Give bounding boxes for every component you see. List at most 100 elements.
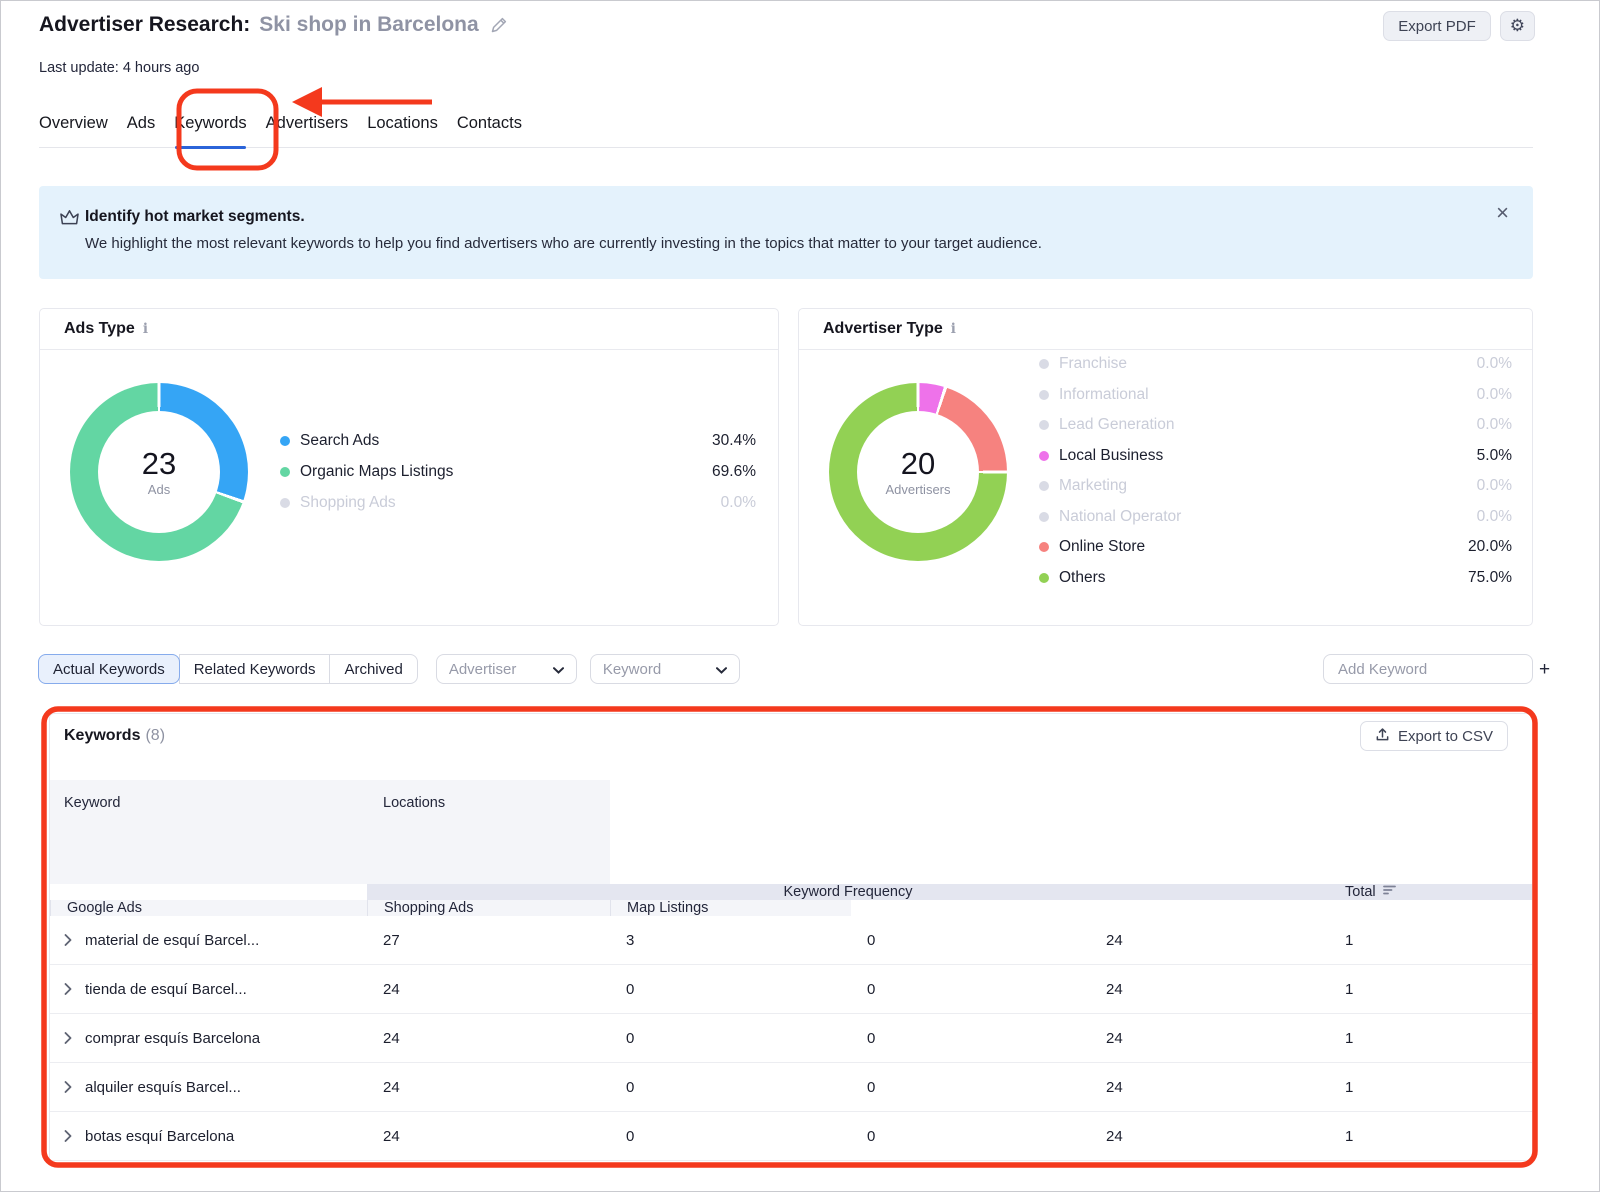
chevron-down-icon — [553, 661, 564, 678]
legend-item[interactable]: Online Store 20.0% — [1039, 532, 1512, 563]
legend-item[interactable]: Local Business 5.0% — [1039, 441, 1512, 472]
table-row[interactable]: material de esquí Barcel... 27 3 0 24 1 — [50, 916, 1532, 965]
tab[interactable]: Contacts — [457, 114, 522, 147]
keyword-text: alquiler esquís Barcel... — [85, 1079, 241, 1096]
legend-item[interactable]: Marketing 0.0% — [1039, 471, 1512, 502]
segment-button[interactable]: Actual Keywords — [38, 654, 180, 684]
export-csv-label: Export to CSV — [1398, 728, 1493, 745]
legend-label: National Operator — [1059, 508, 1477, 526]
legend-item[interactable]: Shopping Ads 0.0% — [280, 487, 756, 518]
segment-button[interactable]: Related Keywords — [179, 654, 331, 684]
legend-value: 0.0% — [1477, 355, 1512, 373]
chevron-right-icon[interactable] — [64, 983, 72, 995]
advertiser-research-page: Advertiser Research: Ski shop in Barcelo… — [0, 0, 1600, 1192]
legend-label: Franchise — [1059, 355, 1477, 373]
legend-item[interactable]: Organic Maps Listings 69.6% — [280, 456, 756, 487]
table-row[interactable]: botas esquí Barcelona 24 0 0 24 1 — [50, 1112, 1532, 1161]
legend-dot-icon — [280, 436, 290, 446]
legend-value: 0.0% — [1477, 416, 1512, 434]
advertiser-filter-dropdown[interactable]: Advertiser — [436, 654, 577, 684]
tab[interactable]: Ads — [127, 114, 155, 147]
close-icon[interactable]: × — [1496, 202, 1509, 224]
google-ads-cell: 0 — [610, 981, 851, 998]
export-csv-button[interactable]: Export to CSV — [1360, 721, 1508, 751]
keywords-table-title-text: Keywords — [64, 727, 140, 744]
chevron-right-icon[interactable] — [64, 1032, 72, 1044]
column-header-keyword[interactable]: Keyword — [50, 780, 367, 884]
map-listings-cell: 24 — [1090, 1079, 1329, 1096]
add-keyword-input[interactable] — [1336, 660, 1539, 679]
legend-item[interactable]: National Operator 0.0% — [1039, 502, 1512, 533]
column-header-shopping-ads[interactable]: Shopping Ads — [367, 900, 610, 916]
chevron-right-icon[interactable] — [64, 1081, 72, 1093]
legend-dot-icon — [280, 498, 290, 508]
legend-dot-icon — [1039, 390, 1049, 400]
column-header-total[interactable]: Total — [1329, 884, 1532, 900]
export-pdf-button[interactable]: Export PDF — [1383, 11, 1491, 41]
legend-label: Online Store — [1059, 538, 1468, 556]
add-keyword-field: + — [1323, 654, 1533, 684]
legend-dot-icon — [1039, 573, 1049, 583]
segment-button[interactable]: Archived — [329, 654, 417, 684]
table-row[interactable]: ropa esquí Barcelona 24 0 0 24 1 — [50, 1161, 1532, 1166]
tab[interactable]: Locations — [367, 114, 438, 147]
legend-dot-icon — [1039, 481, 1049, 491]
google-ads-cell: 0 — [610, 1079, 851, 1096]
locations-cell: 1 — [1329, 1030, 1532, 1047]
keyword-filter-dropdown[interactable]: Keyword — [590, 654, 740, 684]
tab[interactable]: Advertisers — [266, 114, 349, 147]
keyword-cell: botas esquí Barcelona — [50, 1128, 367, 1145]
column-header-locations[interactable]: Locations — [367, 780, 610, 884]
table-row[interactable]: alquiler esquís Barcel... 24 0 0 24 1 — [50, 1063, 1532, 1112]
legend-item[interactable]: Franchise 0.0% — [1039, 349, 1512, 380]
keyword-text: botas esquí Barcelona — [85, 1128, 234, 1145]
tab[interactable]: Overview — [39, 114, 108, 147]
shopping-ads-cell: 0 — [851, 981, 1090, 998]
ads-type-title: Ads Type — [64, 320, 135, 338]
legend-item[interactable]: Search Ads 30.4% — [280, 425, 756, 456]
plus-icon[interactable]: + — [1539, 660, 1550, 679]
legend-dot-icon — [280, 467, 290, 477]
legend-dot-icon — [1039, 359, 1049, 369]
total-cell: 24 — [367, 1030, 610, 1047]
keywords-table-body: material de esquí Barcel... 27 3 0 24 1 … — [50, 916, 1532, 1166]
keywords-table-header: Keyword Keyword Frequency Locations Tota… — [50, 780, 1532, 916]
legend-dot-icon — [1039, 512, 1049, 522]
ads-type-card-header: Ads Type i — [40, 309, 778, 350]
locations-cell: 1 — [1329, 981, 1532, 998]
settings-button[interactable]: ⚙ — [1500, 11, 1535, 41]
info-icon[interactable]: i — [951, 321, 956, 337]
table-row[interactable]: comprar esquís Barcelona 24 0 0 24 1 — [50, 1014, 1532, 1063]
chevron-right-icon[interactable] — [64, 934, 72, 946]
keyword-filter-placeholder: Keyword — [603, 661, 661, 678]
ads-count-value: 23 — [142, 447, 176, 481]
legend-label: Local Business — [1059, 447, 1477, 465]
keywords-table-titlebar: Keywords(8) Export to CSV — [50, 714, 1532, 766]
advertiser-filter-placeholder: Advertiser — [449, 661, 517, 678]
legend-label: Lead Generation — [1059, 416, 1477, 434]
edit-pencil-icon[interactable] — [490, 16, 508, 34]
legend-label: Others — [1059, 569, 1468, 587]
sort-descending-icon[interactable] — [1383, 884, 1396, 900]
map-listings-cell: 24 — [1090, 981, 1329, 998]
advertiser-type-card-header: Advertiser Type i — [799, 309, 1532, 350]
tab[interactable]: Keywords — [174, 114, 246, 147]
page-title-value: Ski shop in Barcelona — [259, 13, 478, 37]
legend-item[interactable]: Informational 0.0% — [1039, 380, 1512, 411]
shopping-ads-cell: 0 — [851, 1128, 1090, 1145]
keyword-cell: material de esquí Barcel... — [50, 932, 367, 949]
legend-dot-icon — [1039, 451, 1049, 461]
legend-value: 0.0% — [721, 494, 756, 512]
keyword-cell: tienda de esquí Barcel... — [50, 981, 367, 998]
legend-dot-icon — [1039, 420, 1049, 430]
chevron-right-icon[interactable] — [64, 1130, 72, 1142]
column-header-map-listings[interactable]: Map Listings — [610, 900, 851, 916]
info-icon[interactable]: i — [143, 321, 148, 337]
legend-item[interactable]: Lead Generation 0.0% — [1039, 410, 1512, 441]
last-update-text: Last update: 4 hours ago — [39, 60, 199, 76]
column-header-google-ads[interactable]: Google Ads — [50, 900, 367, 916]
legend-item[interactable]: Others 75.0% — [1039, 563, 1512, 594]
table-row[interactable]: tienda de esquí Barcel... 24 0 0 24 1 — [50, 965, 1532, 1014]
banner-description: We highlight the most relevant keywords … — [85, 235, 1042, 252]
upload-icon — [1375, 727, 1390, 746]
